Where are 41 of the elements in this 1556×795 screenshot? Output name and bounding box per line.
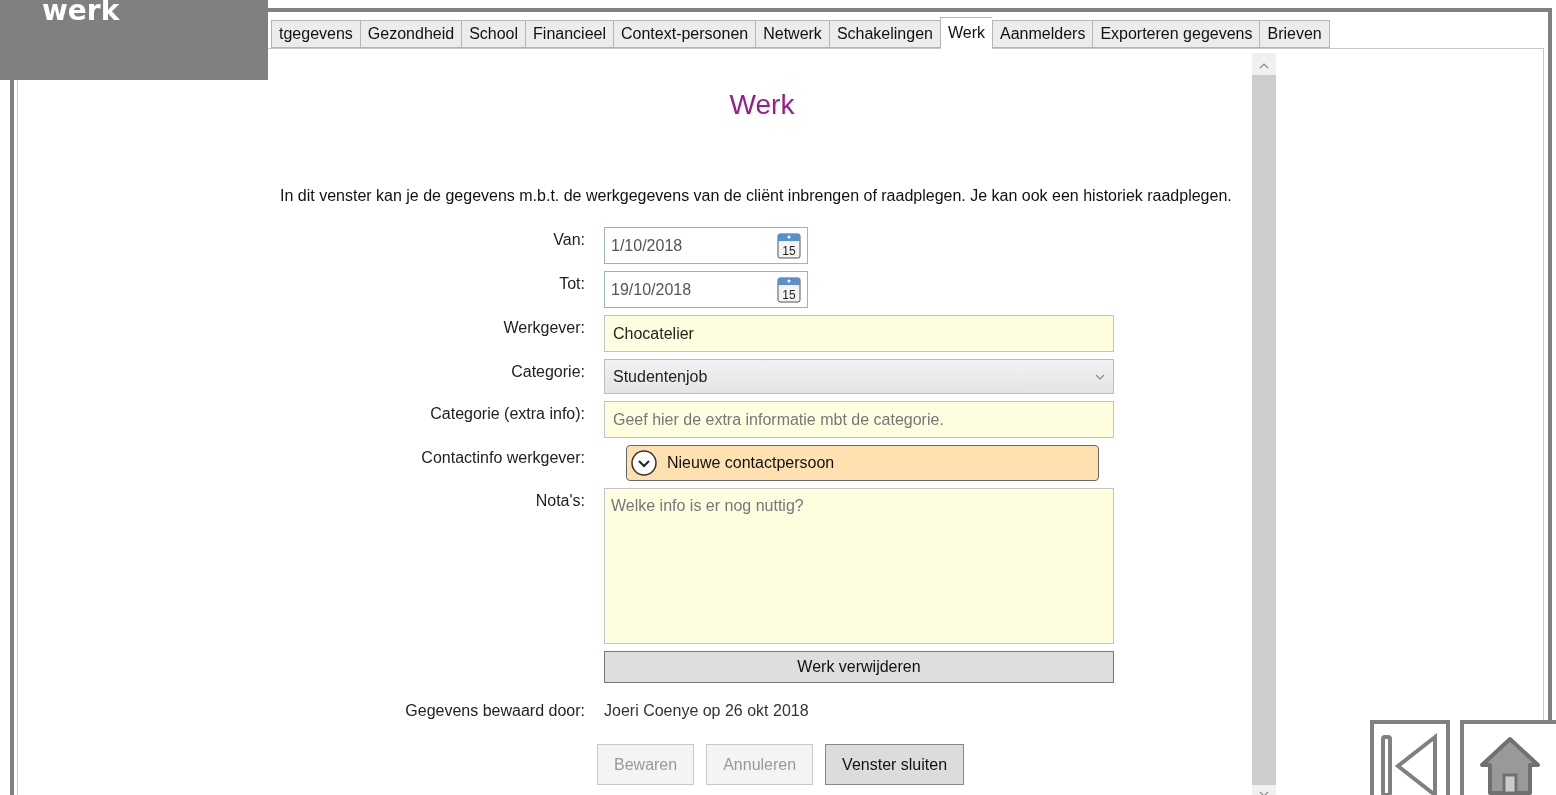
tab[interactable]: Netwerk <box>755 20 829 48</box>
action-button[interactable]: Venster sluiten <box>825 744 965 785</box>
calendar-icon[interactable]: 15 <box>777 276 801 303</box>
tab[interactable]: Schakelingen <box>828 20 940 48</box>
calendar-icon[interactable]: 15 <box>777 232 801 259</box>
scrollbar[interactable] <box>1252 53 1276 795</box>
field-label: Tot: <box>559 274 585 294</box>
field-label: Van: <box>553 230 585 250</box>
home-button[interactable] <box>1460 720 1556 795</box>
field-label: Gegevens bewaard door: <box>405 701 585 720</box>
tab[interactable]: Werk <box>939 17 992 49</box>
chevron-down-icon <box>1095 373 1105 380</box>
tab[interactable]: Exporteren gegevens <box>1092 20 1260 48</box>
home-icon <box>1478 735 1542 795</box>
tab[interactable]: Context-personen <box>613 20 756 48</box>
description: In dit venster kan je de gegevens m.b.t. de werkgegevens van de cliënt inbrengen of raadplegen. Je kan ook een historiek raadplegen. <box>280 187 1233 205</box>
field-label: Nota's: <box>535 491 585 511</box>
expand-button[interactable]: Nieuwe contactpersoon <box>626 445 1099 481</box>
tab[interactable]: Aanmelders <box>992 20 1093 48</box>
field-label: Categorie (extra info): <box>430 404 585 424</box>
field-label: Contactinfo werkgever: <box>421 448 585 468</box>
input-field[interactable]: Geef hier de extra informatie mbt de categorie. <box>604 401 1114 438</box>
dropdown[interactable]: Studentenjob <box>604 359 1114 394</box>
page-title: Werk <box>728 89 796 121</box>
tab[interactable]: tgegevens <box>271 20 360 48</box>
chevron-circle-icon <box>631 450 657 476</box>
field-label: Categorie: <box>511 362 585 382</box>
date-field[interactable]: 19/10/2018 15 <box>604 271 808 308</box>
notes-field[interactable]: Welke info is er nog nuttig? <box>604 488 1114 644</box>
delete-button[interactable]: Werk verwijderen <box>604 651 1114 683</box>
skip-back-icon <box>1380 733 1440 795</box>
field-label: Werkgever: <box>503 318 585 338</box>
tab[interactable]: Financieel <box>525 20 613 48</box>
tab[interactable]: School <box>461 20 526 48</box>
date-field[interactable]: 1/10/2018 15 <box>604 227 808 264</box>
tab[interactable]: Gezondheid <box>359 20 462 48</box>
saved-by-value: Joeri Coenye op 26 okt 2018 <box>604 701 810 720</box>
input-field[interactable]: Chocatelier <box>604 315 1114 352</box>
back-button[interactable] <box>1370 720 1450 795</box>
tab[interactable]: Brieven <box>1259 20 1330 48</box>
scroll-up-icon <box>1259 63 1269 69</box>
